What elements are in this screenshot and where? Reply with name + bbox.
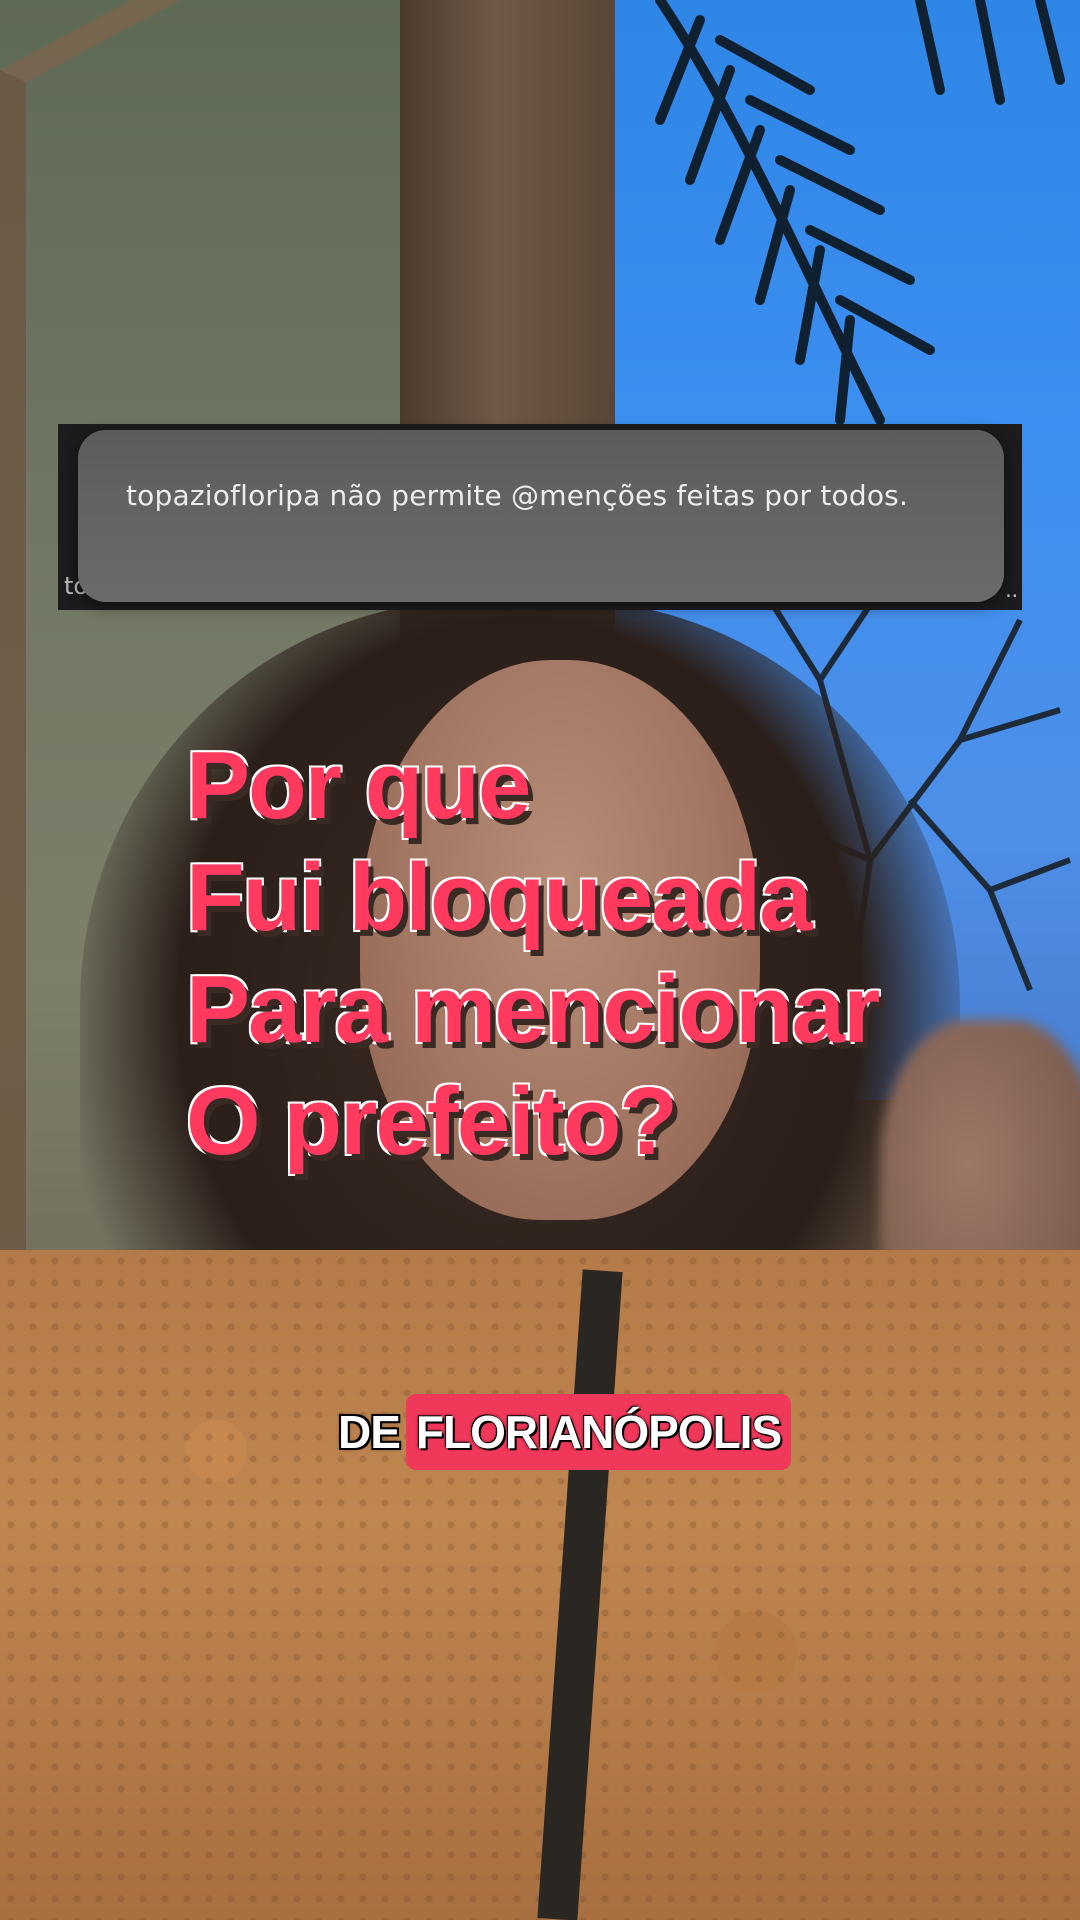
sherpa-jacket <box>0 1250 1080 1920</box>
subtitle-highlighted-word: FLORIANÓPOLIS <box>405 1394 792 1470</box>
video-subtitle: DE FLORIANÓPOLIS <box>338 1394 792 1470</box>
toast-message: topaziofloripa não permite @menções feit… <box>126 479 909 512</box>
caption-line-1: Por que <box>186 732 531 839</box>
caption-line-2: Fui bloqueada <box>186 844 813 951</box>
subtitle-plain-word: DE <box>338 1406 401 1458</box>
caption-line-3: Para mencionar <box>186 956 880 1063</box>
mention-blocked-toast[interactable]: topaziofloripa não permite @menções feit… <box>78 430 1004 602</box>
video-caption: Por que Fui bloqueada Para mencionar O p… <box>186 730 1046 1178</box>
caption-line-4: O prefeito? <box>186 1068 678 1175</box>
jacket-texture <box>0 1250 1080 1920</box>
obscured-ellipsis: .. <box>1005 578 1018 602</box>
